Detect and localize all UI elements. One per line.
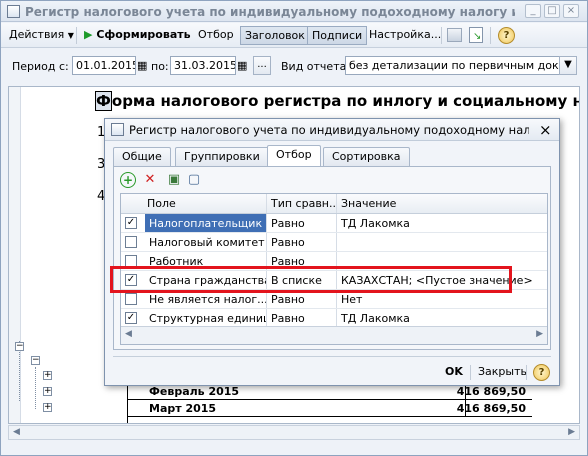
calendar-icon[interactable]: ▦ [237, 59, 247, 72]
settings-button[interactable]: Настройка... [365, 26, 445, 45]
filter-row[interactable]: ✓ Налогоплательщик Равно ТД Лакомка [121, 214, 547, 233]
table-row: Март 2015 416 869,50 [127, 400, 532, 417]
row-field: Налоговый комитет [145, 233, 267, 251]
dialog-close-icon[interactable]: × [539, 121, 552, 139]
close-button[interactable]: × [563, 4, 579, 18]
report-title-text: орма налогового регистра по инлогу и соц… [111, 92, 580, 110]
period-from-label: Период с: [12, 60, 69, 73]
report-title: Форма налогового регистра по инлогу и со… [95, 91, 580, 111]
toolbar: Действия ▼ ▶ Сформировать Отбор Заголово… [1, 23, 587, 48]
period-select-button[interactable]: ... [253, 56, 271, 75]
row-value [337, 233, 547, 251]
row-checkbox[interactable] [125, 293, 137, 305]
window-title: Регистр налогового учета по индивидуальн… [25, 5, 515, 19]
horizontal-scrollbar[interactable]: ◀ ▶ [8, 425, 580, 440]
tab-groupings[interactable]: Группировки [175, 147, 269, 166]
expand-icon[interactable]: + [43, 387, 52, 396]
row-value: 416 869,50 [456, 385, 526, 398]
maximize-button[interactable]: □ [544, 4, 560, 18]
tab-general[interactable]: Общие [113, 147, 171, 166]
scroll-right-icon[interactable]: ▶ [568, 427, 575, 437]
filter-panel: + ✕ ▣ ▢ Поле Тип сравн... Значение ✓ Нал… [113, 166, 551, 350]
period-from-field[interactable]: 01.01.2015 [72, 56, 136, 75]
highlight-box [110, 266, 512, 293]
report-type-dropdown[interactable]: ▼ [559, 56, 577, 75]
signatures-toggle[interactable]: Подписи [307, 26, 368, 45]
scroll-right-icon[interactable]: ▶ [536, 329, 543, 339]
tree-line [35, 367, 43, 409]
separator [526, 365, 527, 380]
column-header-field[interactable]: Поле [121, 194, 267, 213]
row-field: Структурная единица [145, 309, 267, 327]
grid-header: Поле Тип сравн... Значение [121, 194, 547, 214]
separator [441, 27, 442, 44]
row-label: Март 2015 [149, 402, 217, 415]
arrow-down-icon: ↘ [473, 31, 482, 42]
row-label: Февраль 2015 [149, 385, 240, 398]
row-type: Равно [267, 309, 337, 327]
row-field: Налогоплательщик [145, 214, 267, 232]
dialog-title: Регистр налогового учета по индивидуальн… [129, 123, 529, 137]
separator [113, 356, 551, 357]
help-icon[interactable]: ? [533, 364, 550, 381]
app-icon [7, 5, 20, 18]
collapse-icon[interactable]: − [15, 342, 24, 351]
ok-button[interactable]: OK [441, 363, 467, 382]
row-checkbox[interactable]: ✓ [125, 312, 137, 324]
collapse-icon[interactable]: − [31, 356, 40, 365]
chevron-down-icon: ▼ [564, 59, 572, 70]
generate-button[interactable]: ▶ Сформировать [80, 26, 195, 45]
calendar-icon[interactable]: ▦ [137, 59, 147, 72]
separator [470, 365, 471, 380]
close-dialog-button[interactable]: Закрыть [474, 363, 531, 382]
generate-label: Сформировать [96, 28, 191, 41]
expand-icon[interactable]: + [43, 403, 52, 412]
tab-filter[interactable]: Отбор [267, 145, 321, 167]
dropdown-arrow-icon: ▼ [67, 31, 74, 40]
grid-horizontal-scrollbar[interactable]: ◀ ▶ [121, 326, 547, 344]
row-value: ТД Лакомка [341, 217, 410, 230]
row-type: Равно [267, 214, 337, 232]
help-icon[interactable]: ? [498, 27, 515, 44]
expand-icon[interactable]: + [43, 371, 52, 380]
row-value: 416 869,50 [456, 402, 526, 415]
document-icon[interactable]: ↘ [469, 27, 483, 43]
row-checkbox[interactable]: ✓ [125, 217, 137, 229]
minimize-button[interactable]: _ [525, 4, 541, 18]
scroll-left-icon[interactable]: ◀ [125, 329, 132, 339]
column-header-value[interactable]: Значение [337, 194, 547, 213]
window-title-bar: Регистр налогового учета по индивидуальн… [1, 1, 587, 22]
report-type-select[interactable]: без детализации по первичным документ [345, 56, 560, 75]
check-all-icon[interactable]: ▣ [166, 172, 182, 188]
scroll-left-icon[interactable]: ◀ [13, 427, 20, 437]
row-type: Равно [267, 233, 337, 251]
filter-row[interactable]: Налоговый комитет Равно [121, 233, 547, 252]
save-icon[interactable] [447, 28, 462, 42]
separator [490, 27, 491, 44]
filter-dialog: Регистр налогового учета по индивидуальн… [104, 118, 560, 386]
period-to-label: по: [151, 60, 169, 73]
actions-menu[interactable]: Действия ▼ [5, 26, 78, 45]
row-checkbox[interactable] [125, 236, 137, 248]
report-title-cursor: Ф [95, 91, 112, 111]
dialog-title-bar: Регистр налогового учета по индивидуальн… [105, 119, 559, 141]
heading-toggle[interactable]: Заголовок [240, 26, 310, 45]
add-icon[interactable]: + [120, 172, 136, 188]
period-to-field[interactable]: 31.03.2015 [170, 56, 236, 75]
play-icon: ▶ [84, 28, 93, 41]
dialog-icon [111, 123, 124, 136]
tab-sorting[interactable]: Сортировка [323, 147, 410, 166]
separator [76, 27, 77, 44]
filter-button[interactable]: Отбор [194, 26, 238, 45]
delete-icon[interactable]: ✕ [142, 172, 158, 188]
report-type-label: Вид отчета: [281, 60, 351, 73]
row-value: ТД Лакомка [341, 312, 410, 325]
column-header-type[interactable]: Тип сравн... [267, 194, 337, 213]
uncheck-all-icon[interactable]: ▢ [186, 172, 202, 188]
actions-label: Действия [9, 28, 65, 41]
